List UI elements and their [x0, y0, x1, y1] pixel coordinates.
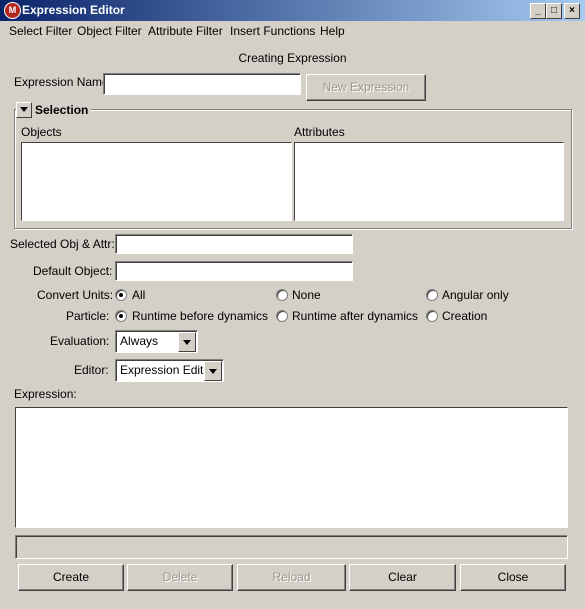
status-heading: Creating Expression — [238, 51, 347, 65]
editor-dropdown-button[interactable] — [204, 361, 222, 381]
convert-units-all-radio[interactable] — [115, 289, 127, 301]
menu-help[interactable]: Help — [320, 24, 345, 38]
particle-runtime-before-radio[interactable] — [115, 310, 127, 322]
particle-label: Particle: — [66, 309, 110, 323]
expression-name-label: Expression Name — [14, 75, 109, 89]
message-bar — [15, 535, 568, 559]
convert-units-angular-label: Angular only — [442, 288, 509, 302]
evaluation-value: Always — [120, 334, 159, 348]
particle-runtime-before-label: Runtime before dynamics — [132, 309, 269, 323]
evaluation-label: Evaluation: — [50, 334, 110, 348]
editor-label: Editor: — [74, 363, 109, 377]
menu-attribute-filter[interactable]: Attribute Filter — [148, 24, 223, 38]
menu-object-filter[interactable]: Object Filter — [77, 24, 142, 38]
particle-runtime-after-label: Runtime after dynamics — [292, 309, 419, 323]
selected-obj-attr-field[interactable] — [115, 234, 353, 254]
expression-name-input[interactable] — [103, 73, 301, 95]
particle-creation-label: Creation — [442, 309, 488, 323]
title-bar: M Expression Editor _ □ × — [0, 0, 585, 21]
menu-insert-functions[interactable]: Insert Functions — [230, 24, 315, 38]
evaluation-dropdown[interactable]: Always — [115, 330, 198, 353]
objects-label: Objects — [21, 125, 62, 139]
chevron-down-icon — [20, 107, 28, 112]
chevron-down-icon — [183, 340, 191, 345]
menu-bar: Select Filter Object Filter Attribute Fi… — [0, 21, 585, 40]
create-button[interactable]: Create — [18, 564, 124, 591]
delete-button[interactable]: Delete — [127, 564, 233, 591]
selection-collapse-toggle[interactable] — [16, 102, 32, 118]
minimize-button[interactable]: _ — [530, 3, 546, 19]
evaluation-dropdown-button[interactable] — [178, 332, 196, 352]
editor-value: Expression Editor — [120, 363, 215, 377]
convert-units-angular-radio[interactable] — [426, 289, 438, 301]
selection-title: Selection — [32, 103, 92, 117]
convert-units-label: Convert Units: — [37, 288, 114, 302]
clear-button[interactable]: Clear — [349, 564, 456, 591]
editor-dropdown[interactable]: Expression Editor — [115, 359, 224, 382]
particle-runtime-after-radio[interactable] — [276, 310, 288, 322]
convert-units-none-label: None — [292, 288, 321, 302]
chevron-down-icon — [209, 369, 217, 374]
maya-app-icon: M — [4, 2, 21, 19]
close-button[interactable]: Close — [460, 564, 566, 591]
default-object-label: Default Object: — [33, 264, 113, 278]
expression-text-area[interactable] — [15, 407, 568, 528]
convert-units-none-radio[interactable] — [276, 289, 288, 301]
attributes-label: Attributes — [294, 125, 345, 139]
selected-obj-attr-label: Selected Obj & Attr: — [10, 237, 115, 251]
particle-creation-radio[interactable] — [426, 310, 438, 322]
expression-label: Expression: — [14, 387, 77, 401]
new-expression-button[interactable]: New Expression — [306, 74, 426, 101]
attributes-list[interactable] — [294, 142, 564, 221]
objects-list[interactable] — [21, 142, 292, 221]
menu-select-filter[interactable]: Select Filter — [9, 24, 72, 38]
maximize-button[interactable]: □ — [546, 3, 562, 19]
window-title: Expression Editor — [22, 3, 125, 17]
close-window-button[interactable]: × — [564, 3, 580, 19]
reload-button[interactable]: Reload — [237, 564, 346, 591]
convert-units-all-label: All — [132, 288, 146, 302]
default-object-field[interactable] — [115, 261, 353, 281]
